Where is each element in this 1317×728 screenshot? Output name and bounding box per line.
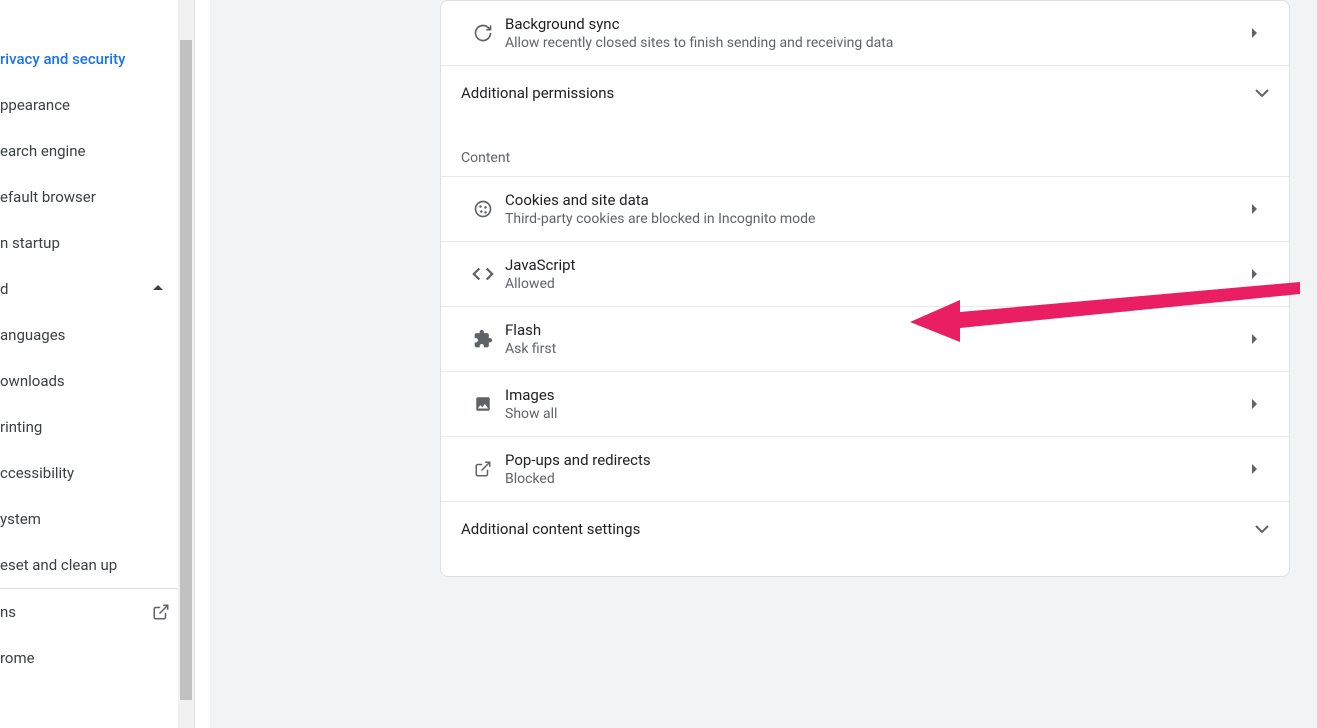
sidebar-advanced-label: d — [0, 280, 8, 298]
site-settings-card: Background sync Allow recently closed si… — [440, 0, 1290, 577]
setting-row-flash[interactable]: Flash Ask first — [441, 306, 1289, 371]
sidebar-item-label: ystem — [0, 510, 41, 528]
chevron-right-icon — [1239, 398, 1269, 410]
setting-row-popups[interactable]: Pop-ups and redirects Blocked — [441, 436, 1289, 501]
sidebar-item-label: ownloads — [0, 372, 65, 390]
additional-content-toggle[interactable]: Additional content settings — [441, 501, 1289, 556]
expand-label: Additional permissions — [461, 84, 614, 102]
sidebar-item-label: eset and clean up — [0, 556, 117, 574]
settings-sidebar: rivacy and security ppearance earch engi… — [0, 0, 195, 728]
sidebar-item-on-startup[interactable]: n startup — [0, 220, 194, 266]
chevron-right-icon — [1239, 203, 1269, 215]
setting-label: JavaScript — [505, 256, 1239, 274]
setting-label: Background sync — [505, 15, 1239, 33]
setting-sub: Blocked — [505, 471, 1239, 487]
sidebar-item-languages[interactable]: anguages — [0, 312, 194, 358]
setting-label: Flash — [505, 321, 1239, 339]
sidebar-item-about-chrome[interactable]: rome — [0, 635, 194, 681]
sidebar-item-label: efault browser — [0, 188, 96, 206]
sidebar-item-label: anguages — [0, 326, 65, 344]
sidebar-item-system[interactable]: ystem — [0, 496, 194, 542]
sidebar-item-label: earch engine — [0, 142, 85, 160]
sidebar-item-reset-cleanup[interactable]: eset and clean up — [0, 542, 194, 588]
sidebar-item-extensions[interactable]: ns — [0, 589, 194, 635]
setting-row-javascript[interactable]: JavaScript Allowed — [441, 241, 1289, 306]
setting-row-images[interactable]: Images Show all — [441, 371, 1289, 436]
sidebar-item-accessibility[interactable]: ccessibility — [0, 450, 194, 496]
setting-sub: Third-party cookies are blocked in Incog… — [505, 211, 1239, 227]
sidebar-item-privacy-security[interactable]: rivacy and security — [0, 36, 194, 82]
additional-permissions-toggle[interactable]: Additional permissions — [441, 65, 1289, 120]
code-icon — [461, 266, 505, 282]
sidebar-item-safety-check[interactable] — [0, 0, 194, 36]
sidebar-item-printing[interactable]: rinting — [0, 404, 194, 450]
setting-sub: Show all — [505, 406, 1239, 422]
setting-label: Cookies and site data — [505, 191, 1239, 209]
sidebar-scrollbar-track[interactable] — [178, 0, 194, 728]
open-in-new-icon — [461, 460, 505, 478]
setting-label: Pop-ups and redirects — [505, 451, 1239, 469]
expand-label: Additional content settings — [461, 520, 640, 538]
extension-icon — [461, 329, 505, 349]
settings-main: Background sync Allow recently closed si… — [210, 0, 1317, 728]
chevron-right-icon — [1239, 268, 1269, 280]
sidebar-item-label: rome — [0, 649, 35, 667]
chevron-right-icon — [1239, 27, 1269, 39]
cookie-icon — [461, 199, 505, 219]
sync-icon — [461, 23, 505, 43]
sidebar-item-default-browser[interactable]: efault browser — [0, 174, 194, 220]
sidebar-item-downloads[interactable]: ownloads — [0, 358, 194, 404]
sidebar-item-appearance[interactable]: ppearance — [0, 82, 194, 128]
sidebar-item-label: ccessibility — [0, 464, 74, 482]
sidebar-item-label: rivacy and security — [0, 50, 125, 68]
sidebar-item-label: rinting — [0, 418, 42, 436]
chevron-up-icon — [152, 284, 164, 292]
sidebar-item-label: n startup — [0, 234, 60, 252]
setting-row-cookies[interactable]: Cookies and site data Third-party cookie… — [441, 176, 1289, 241]
setting-sub: Allowed — [505, 276, 1239, 292]
sidebar-item-search-engine[interactable]: earch engine — [0, 128, 194, 174]
setting-row-background-sync[interactable]: Background sync Allow recently closed si… — [441, 1, 1289, 65]
chevron-down-icon — [1255, 89, 1269, 98]
sidebar-advanced-toggle[interactable]: d — [0, 266, 194, 312]
open-in-new-icon — [152, 603, 170, 621]
sidebar-item-label: ns — [0, 603, 16, 621]
setting-label: Images — [505, 386, 1239, 404]
chevron-right-icon — [1239, 333, 1269, 345]
content-section-heading: Content — [441, 120, 1289, 176]
chevron-down-icon — [1255, 525, 1269, 534]
sidebar-item-label: ppearance — [0, 96, 70, 114]
image-icon — [461, 395, 505, 413]
setting-sub: Allow recently closed sites to finish se… — [505, 35, 1239, 51]
chevron-right-icon — [1239, 463, 1269, 475]
sidebar-scrollbar-thumb[interactable] — [180, 40, 192, 700]
setting-sub: Ask first — [505, 341, 1239, 357]
